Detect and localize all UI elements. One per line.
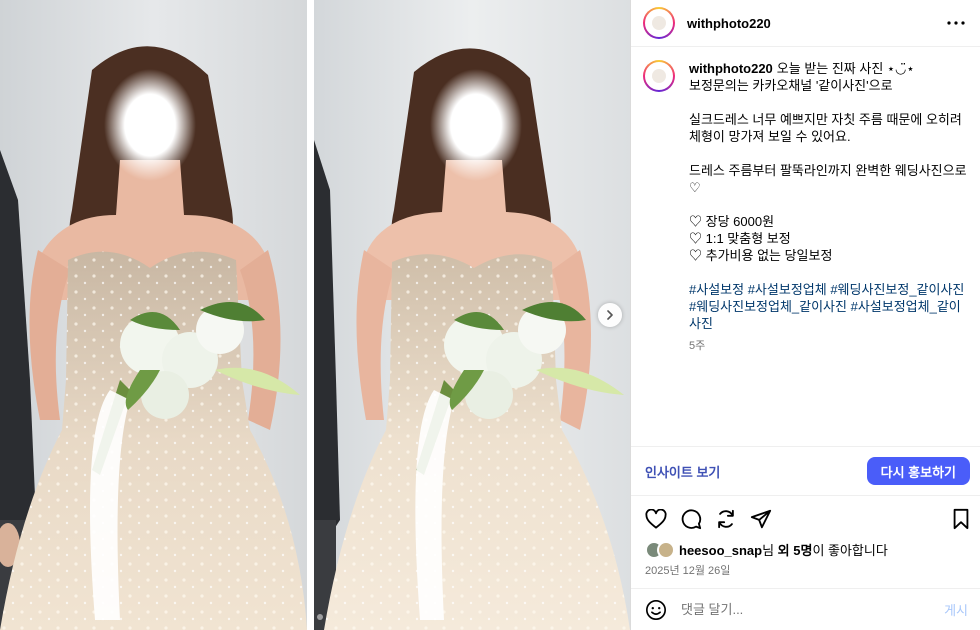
post-side-panel: withphoto220 withphoto220 오늘 받는 진짜 사진 ⋆◡̈… [630, 0, 980, 630]
hashtag-link[interactable]: #웨딩사진보정업체_같이사진 [689, 299, 847, 314]
caption-username[interactable]: withphoto220 [689, 61, 773, 76]
share-button[interactable] [750, 508, 772, 530]
more-options-button[interactable] [944, 11, 968, 35]
caption-area: withphoto220 오늘 받는 진짜 사진 ⋆◡̈⋆ 보정문의는 카카오채널… [631, 48, 980, 446]
like-button[interactable] [645, 508, 667, 530]
repost-button[interactable] [715, 508, 737, 530]
before-retouch-photo [0, 0, 307, 630]
caption-line: ♡ 장당 6000원 [689, 214, 775, 229]
hashtag-link[interactable]: #사설보정 [689, 282, 744, 297]
hashtag-link[interactable]: #웨딩사진보정_같이사진 [830, 282, 964, 297]
caption-line: 보정문의는 카카오채널 '같이사진'으로 [689, 78, 893, 93]
send-icon [750, 509, 772, 529]
caption-line: ♡ 추가비용 없는 당일보정 [689, 248, 833, 263]
bookmark-icon [953, 508, 969, 530]
post-comment-button[interactable]: 게시 [944, 600, 968, 619]
carousel-dot [307, 614, 313, 620]
caption-line [689, 145, 968, 162]
avatar[interactable] [643, 7, 675, 39]
caption: withphoto220 오늘 받는 진짜 사진 ⋆◡̈⋆ 보정문의는 카카오채널… [689, 60, 968, 355]
likes-others[interactable]: 외 5명 [778, 543, 813, 558]
comment-bubble-icon [681, 509, 702, 530]
caption-line: 오늘 받는 진짜 사진 ⋆◡̈⋆ [776, 61, 915, 76]
carousel-dot [317, 614, 323, 620]
comment-button[interactable] [680, 508, 702, 530]
avatar [657, 540, 675, 559]
caption-line [689, 94, 968, 111]
emoji-button[interactable] [645, 599, 667, 621]
after-retouch-photo [314, 0, 630, 630]
caption-line [689, 264, 968, 281]
likes-suffix: 님 [762, 543, 778, 558]
view-insights-link[interactable]: 인사이트 보기 [645, 462, 720, 481]
emoji-icon [646, 599, 666, 620]
liker-username[interactable]: heesoo_snap [679, 543, 762, 558]
avatar[interactable] [643, 60, 675, 92]
more-horizontal-icon [947, 21, 965, 25]
likes-text: heesoo_snap님 외 5명이 좋아합니다 [679, 540, 888, 559]
chevron-right-icon [607, 310, 613, 320]
carousel-next-button[interactable] [598, 303, 622, 327]
hashtag-list: #사설보정 #사설보정업체 #웨딩사진보정_같이사진 #웨딩사진보정업체_같이사… [689, 281, 968, 332]
caption-line: ♡ 1:1 맞춤형 보정 [689, 231, 791, 246]
action-bar [631, 502, 980, 536]
boost-again-button[interactable]: 다시 홍보하기 [866, 457, 970, 485]
caption-line: 드레스 주름부터 팔뚝라인까지 완벽한 웨딩사진으로 [689, 163, 967, 178]
caption-line [689, 196, 968, 213]
caption-line: 실크드레스 너무 예쁘지만 자칫 주름 때문에 오히려 [689, 112, 962, 127]
likes-summary[interactable]: heesoo_snap님 외 5명이 좋아합니다 [645, 540, 888, 559]
hashtag-link[interactable]: #사설보정업체 [748, 282, 827, 297]
caption-time-ago[interactable]: 5주 [689, 338, 968, 355]
repost-icon [718, 509, 734, 529]
post-media-carousel[interactable] [0, 0, 630, 630]
post-date: 2025년 12월 26일 [645, 565, 731, 577]
heart-icon [645, 509, 667, 529]
save-button[interactable] [950, 508, 972, 530]
promotion-bar: 인사이트 보기 다시 홍보하기 [631, 446, 980, 496]
caption-line: 체형이 망가져 보일 수 있어요. [689, 129, 851, 144]
comment-composer: 게시 [631, 588, 980, 630]
comment-input[interactable] [681, 602, 945, 617]
post-header: withphoto220 [631, 0, 980, 47]
carousel-indicator [0, 614, 630, 620]
likes-suffix: 이 좋아합니다 [812, 543, 888, 558]
header-username[interactable]: withphoto220 [687, 16, 771, 31]
caption-line: ♡ [689, 180, 701, 195]
